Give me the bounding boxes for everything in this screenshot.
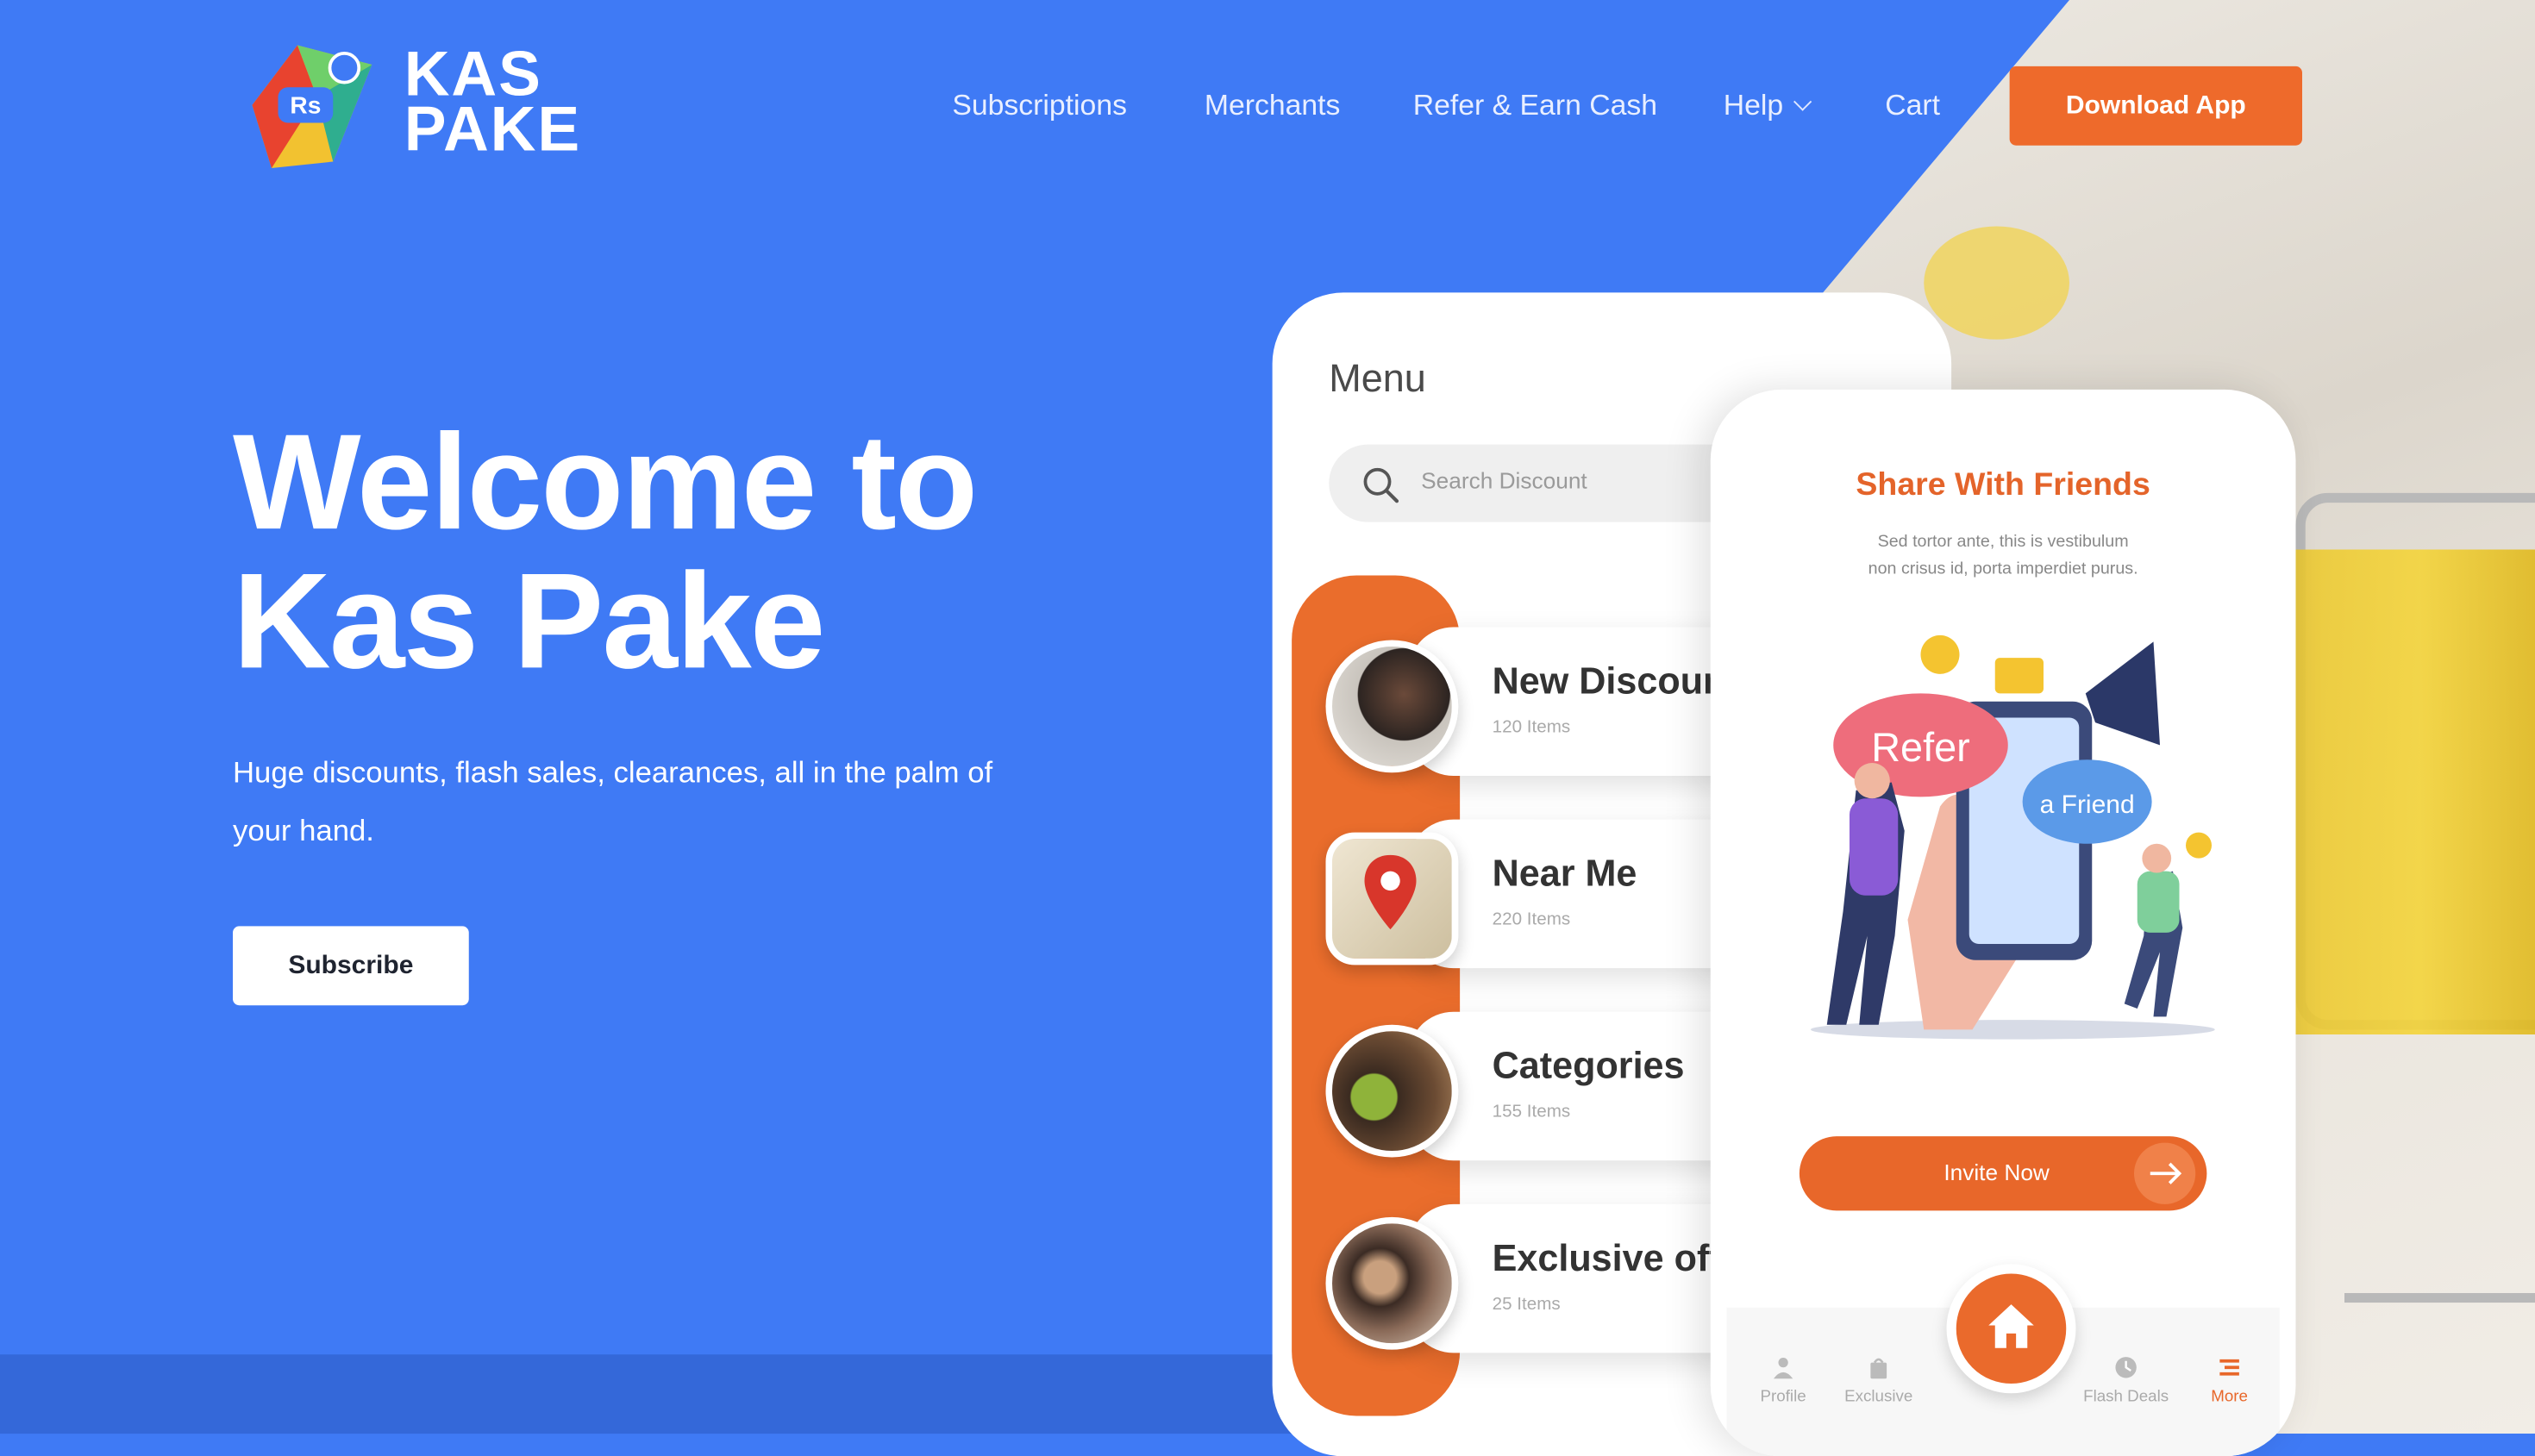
nav-refer-earn[interactable]: Refer & Earn Cash bbox=[1413, 89, 1657, 122]
tab-label: Flash Deals bbox=[2077, 1389, 2175, 1407]
tab-more[interactable]: More bbox=[2181, 1356, 2278, 1406]
subscribe-button[interactable]: Subscribe bbox=[233, 926, 469, 1005]
map-pin-thumbnail bbox=[1326, 833, 1459, 965]
arrow-right-icon bbox=[2134, 1143, 2195, 1204]
woman-phone-thumbnail bbox=[1326, 641, 1459, 773]
phone-mockup-share: Share With Friends Sed tortor ante, this… bbox=[1711, 390, 2296, 1456]
shopping-cart-handle bbox=[2344, 1034, 2535, 1303]
menu-item-count: 220 Items bbox=[1493, 910, 1571, 930]
nav-subscriptions[interactable]: Subscriptions bbox=[952, 89, 1127, 122]
tab-label: Exclusive bbox=[1831, 1389, 1928, 1407]
menu-item-title: Categories bbox=[1493, 1044, 1685, 1088]
friends-thumbnail bbox=[1326, 1217, 1459, 1350]
menu-item-title: Near Me bbox=[1493, 852, 1637, 896]
bubble-refer-text: Refer bbox=[1871, 725, 1970, 770]
brand-logo-icon[interactable]: Rs bbox=[236, 33, 382, 178]
nav-help-label: Help bbox=[1724, 89, 1783, 122]
tab-label: Profile bbox=[1735, 1389, 1832, 1407]
shopping-bag-icon bbox=[1868, 1356, 1890, 1378]
hero-title-line2: Kas Pake bbox=[233, 551, 1138, 690]
search-placeholder: Search Discount bbox=[1421, 467, 1587, 493]
map-pin-icon bbox=[1358, 852, 1423, 933]
nav-cart[interactable]: Cart bbox=[1885, 89, 1940, 122]
clock-icon bbox=[2115, 1356, 2138, 1378]
hero-title-line1: Welcome to bbox=[233, 412, 1138, 551]
search-icon bbox=[1361, 466, 1400, 504]
refer-friend-illustration: Refer a Friend bbox=[1779, 628, 2248, 1049]
brand-wordmark[interactable]: KAS PAKE bbox=[404, 48, 581, 159]
food-thumbnail bbox=[1326, 1025, 1459, 1158]
share-description: Sed tortor ante, this is vestibulum non … bbox=[1864, 528, 2143, 584]
home-icon bbox=[1984, 1300, 2039, 1352]
photo-bokeh bbox=[1924, 227, 2069, 340]
share-title: Share With Friends bbox=[1711, 467, 2296, 504]
tab-label: More bbox=[2181, 1389, 2278, 1407]
menu-list-icon bbox=[2219, 1356, 2241, 1378]
hero-subtitle: Huge discounts, flash sales, clearances,… bbox=[233, 744, 1057, 860]
invite-now-button[interactable]: Invite Now bbox=[1800, 1136, 2207, 1210]
menu-item-count: 155 Items bbox=[1493, 1103, 1571, 1122]
brand-name-line2: PAKE bbox=[404, 103, 581, 159]
hero-title: Welcome to Kas Pake bbox=[233, 412, 1138, 691]
menu-item-count: 120 Items bbox=[1493, 718, 1571, 738]
tab-flash-deals[interactable]: Flash Deals bbox=[2077, 1356, 2175, 1406]
nav-help[interactable]: Help bbox=[1724, 89, 1809, 122]
tab-exclusive[interactable]: Exclusive bbox=[1831, 1356, 1928, 1406]
logo-badge-text: Rs bbox=[290, 91, 321, 118]
bubble-friend-text: a Friend bbox=[2040, 790, 2135, 819]
menu-item-count: 25 Items bbox=[1493, 1295, 1561, 1315]
menu-title: Menu bbox=[1329, 357, 1426, 403]
download-app-button[interactable]: Download App bbox=[2010, 66, 2302, 146]
home-button[interactable] bbox=[1947, 1264, 2076, 1393]
tab-profile[interactable]: Profile bbox=[1735, 1356, 1832, 1406]
user-icon bbox=[1772, 1356, 1794, 1378]
chevron-down-icon bbox=[1793, 92, 1812, 110]
nav-merchants[interactable]: Merchants bbox=[1205, 89, 1341, 122]
bottom-band bbox=[0, 1354, 1293, 1434]
